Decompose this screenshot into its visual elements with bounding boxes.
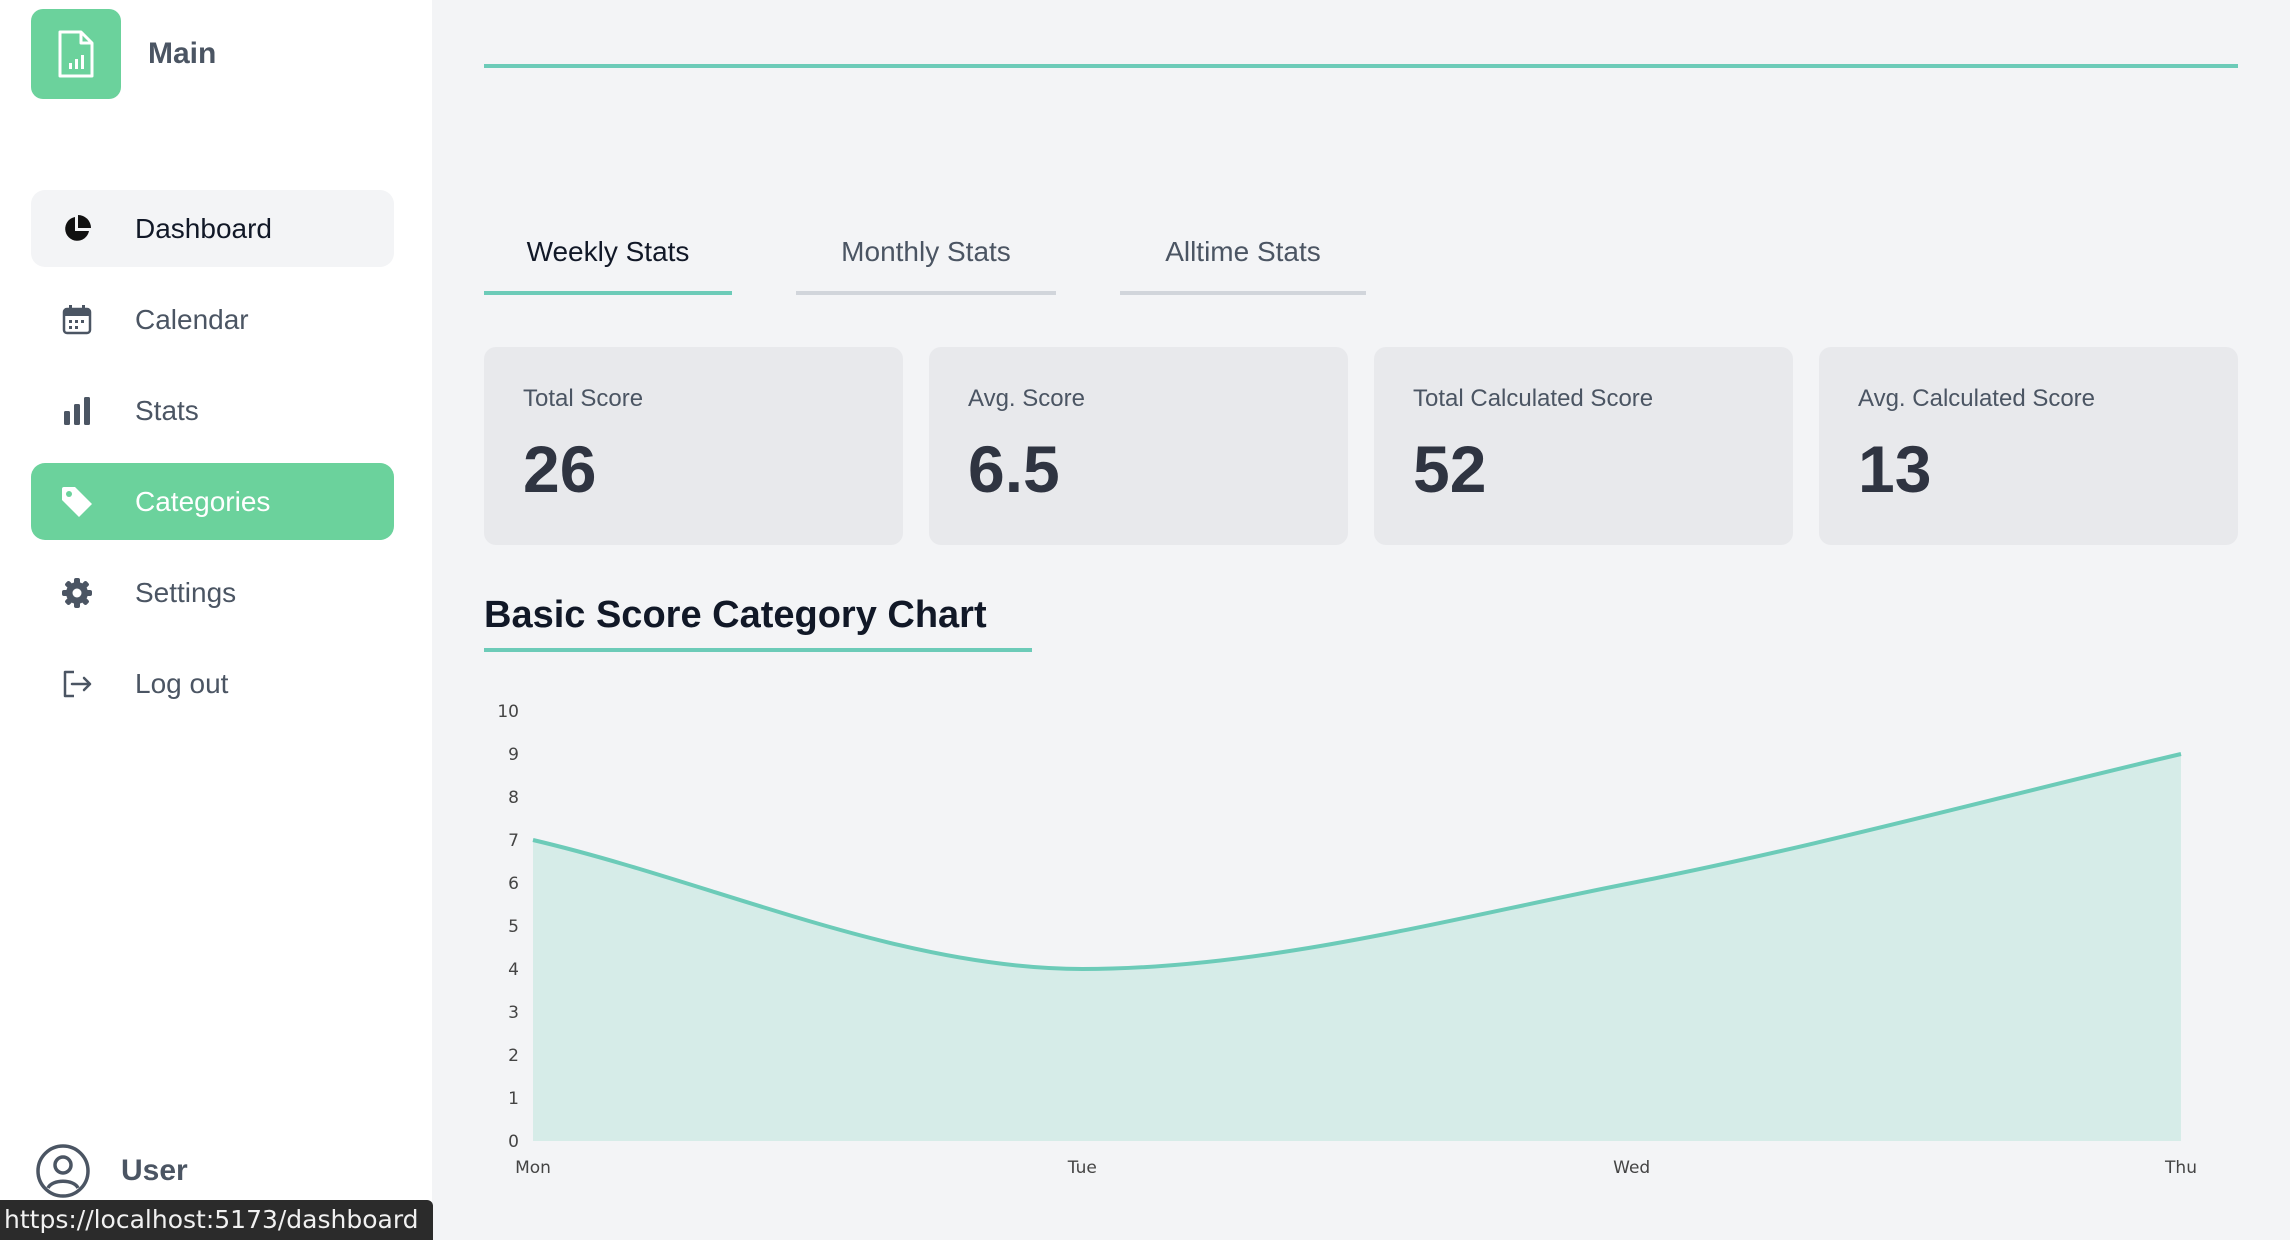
sidebar-item-categories[interactable]: Categories: [31, 463, 394, 540]
sidebar-item-label: Categories: [135, 485, 271, 517]
stat-card-total-score: Total Score 26: [484, 347, 903, 545]
chart-title-underline: [484, 648, 1032, 652]
stat-card-label: Avg. Score: [968, 385, 1085, 412]
brand[interactable]: Main: [31, 9, 216, 99]
chart-x-tick-label: Wed: [1613, 1158, 1650, 1178]
top-divider: [484, 64, 2238, 68]
sidebar-item-label: Calendar: [135, 303, 249, 335]
tab-monthly-stats[interactable]: Monthly Stats: [796, 225, 1056, 295]
chart-y-tick-label: 7: [508, 831, 519, 851]
stat-card-label: Total Calculated Score: [1413, 385, 1654, 412]
chart-y-tick-label: 10: [497, 702, 519, 722]
stat-card-value: 13: [1858, 432, 1932, 506]
chart-x-tick-label: Mon: [515, 1158, 551, 1178]
score-cards: Total Score 26 Avg. Score 6.5 Total Calc…: [484, 347, 2238, 545]
sidebar-item-label: Log out: [135, 667, 229, 699]
chart-x-tick-label: Thu: [2164, 1158, 2197, 1178]
stat-card-value: 6.5: [968, 432, 1060, 506]
brand-name: Main: [148, 37, 217, 70]
sidebar-item-label: Settings: [135, 576, 237, 608]
sidebar-item-label: Dashboard: [135, 212, 272, 244]
chart-x-tick-label: Tue: [1067, 1158, 1097, 1178]
stat-card-avg-score: Avg. Score 6.5: [929, 347, 1348, 545]
stat-card-value: 26: [523, 432, 597, 506]
tag-icon: [59, 484, 95, 520]
stats-tabs: Weekly Stats Monthly Stats Alltime Stats: [484, 225, 1430, 295]
sidebar-item-stats[interactable]: Stats: [31, 372, 394, 449]
stat-card-total-calculated-score: Total Calculated Score 52: [1374, 347, 1793, 545]
sidebar-item-dashboard[interactable]: Dashboard: [31, 190, 394, 267]
sidebar: Main Dashboard Calendar Stats Categories…: [0, 0, 432, 1240]
chart-y-tick-label: 2: [508, 1046, 519, 1066]
user-menu[interactable]: User: [35, 1143, 188, 1199]
document-chart-icon: [31, 9, 121, 99]
stat-card-label: Avg. Calculated Score: [1858, 385, 2096, 412]
bar-chart-icon: [59, 393, 95, 429]
logout-icon: [59, 666, 95, 702]
sidebar-item-logout[interactable]: Log out: [31, 645, 394, 722]
chart-title: Basic Score Category Chart: [484, 594, 987, 636]
gear-icon: [59, 575, 95, 611]
tab-weekly-stats[interactable]: Weekly Stats: [484, 225, 732, 295]
chart-y-tick-label: 5: [508, 917, 519, 937]
score-area-chart: 0 1 2 3 4 5 6 7 8 9 10 Mon Tue Wed Thu: [497, 702, 2197, 1178]
calendar-icon: [59, 302, 95, 338]
chart-y-tick-label: 6: [508, 874, 519, 894]
stat-card-label: Total Score: [523, 385, 644, 412]
stat-card-value: 52: [1413, 432, 1487, 506]
pie-chart-icon: [59, 211, 95, 247]
stat-card-avg-calculated-score: Avg. Calculated Score 13: [1819, 347, 2238, 545]
sidebar-item-label: Stats: [135, 394, 199, 426]
chart-y-tick-label: 0: [508, 1132, 519, 1152]
sidebar-item-calendar[interactable]: Calendar: [31, 281, 394, 358]
status-bar-url: https://localhost:5173/dashboard: [0, 1200, 433, 1240]
chart-y-tick-label: 4: [508, 960, 519, 980]
chart-y-tick-label: 3: [508, 1003, 519, 1023]
sidebar-item-settings[interactable]: Settings: [31, 554, 394, 631]
user-label: User: [121, 1154, 188, 1187]
chart-y-tick-label: 8: [508, 788, 519, 808]
sidebar-nav: Dashboard Calendar Stats Categories Sett…: [31, 190, 394, 736]
chart-y-tick-label: 1: [508, 1089, 519, 1109]
tab-alltime-stats[interactable]: Alltime Stats: [1120, 225, 1366, 295]
user-circle-icon: [35, 1143, 91, 1199]
chart-area-fill: [533, 754, 2181, 1141]
chart-y-tick-label: 9: [508, 745, 519, 765]
